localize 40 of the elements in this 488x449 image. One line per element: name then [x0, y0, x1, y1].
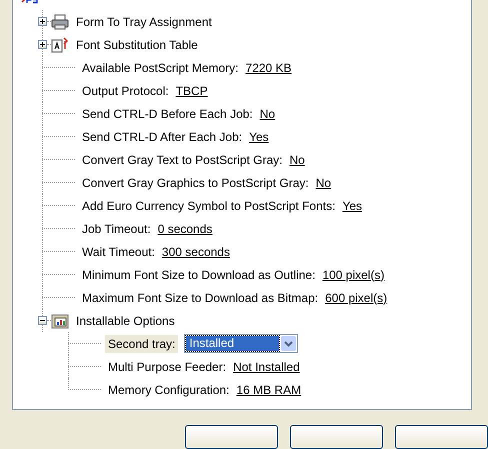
setting-label: Available PostScript Memory:	[81, 60, 240, 76]
setting-value[interactable]: Not Installed	[233, 360, 300, 374]
setting-value[interactable]: 600 pixel(s)	[325, 290, 388, 304]
setting-value[interactable]: TBCP	[176, 84, 208, 98]
collapse-icon[interactable]	[38, 316, 47, 325]
setting-label: Multi Purpose Feeder:	[107, 358, 228, 376]
setting-label: Send CTRL-D Before Each Job:	[81, 106, 254, 122]
setting-value[interactable]: 100 pixel(s)	[322, 268, 384, 282]
tree-item[interactable]: Font Substitution Table	[73, 36, 201, 54]
document-font-icon	[51, 36, 69, 52]
expand-icon[interactable]	[38, 40, 47, 49]
setting-value[interactable]: 0 seconds	[158, 222, 212, 236]
value-dropdown[interactable]: Installed	[184, 334, 298, 353]
setting-label: Job Timeout:	[81, 220, 152, 238]
setting-value[interactable]: 7220 KB	[246, 60, 292, 74]
setting-label: Convert Gray Graphics to PostScript Gray:	[81, 174, 310, 192]
setting-value[interactable]: 300 seconds	[162, 244, 230, 258]
dialog-button[interactable]	[395, 425, 488, 449]
setting-value[interactable]: Yes	[342, 198, 362, 212]
setting-label: Wait Timeout:	[81, 244, 156, 260]
setting-value[interactable]: Yes	[249, 130, 269, 144]
dialog-button[interactable]	[185, 425, 278, 449]
setting-label: Add Euro Currency Symbol to PostScript Fonts:	[81, 198, 336, 214]
setting-value[interactable]: No	[260, 106, 276, 120]
dialog-button[interactable]	[290, 425, 383, 449]
printer-icon	[51, 14, 69, 30]
setting-value[interactable]: No	[316, 176, 332, 190]
setting-label: Convert Gray Text to PostScript Gray:	[81, 152, 284, 168]
tree-item[interactable]: Form To Tray Assignment	[73, 12, 215, 30]
tree-item[interactable]: Installable Options	[73, 312, 178, 330]
options-folder-icon	[51, 312, 69, 328]
setting-label: Maximum Font Size to Download as Bitmap:	[81, 290, 320, 306]
setting-label: Send CTRL-D After Each Job:	[81, 128, 244, 146]
setting-label: Memory Configuration:	[107, 382, 230, 398]
setting-value[interactable]: No	[290, 152, 305, 166]
expand-icon[interactable]	[38, 17, 47, 26]
setting-value[interactable]: 16 MB RAM	[236, 382, 302, 396]
setting-label: Minimum Font Size to Download as Outline:	[81, 266, 316, 284]
setting-label: Second tray:	[105, 334, 178, 352]
setting-label: Output Protocol:	[81, 82, 170, 100]
